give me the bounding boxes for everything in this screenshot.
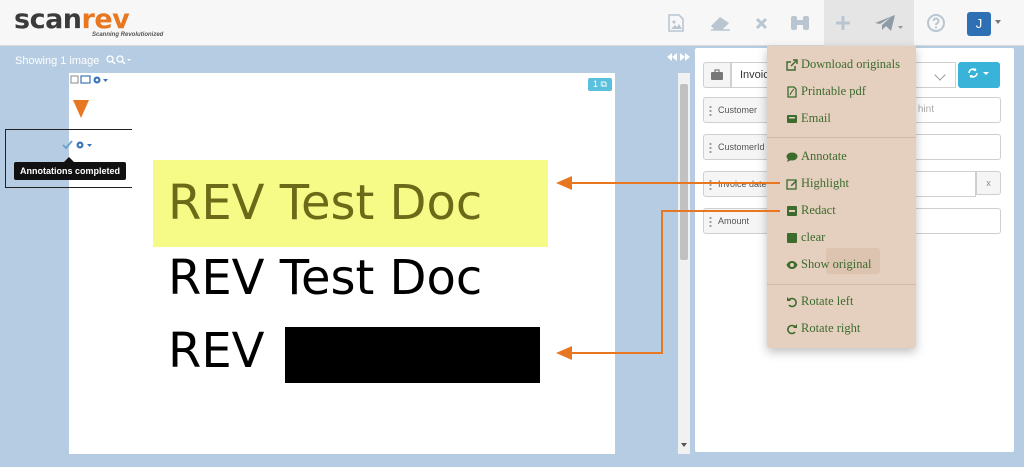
menu-item-printable-pdf[interactable]: Printable pdf — [786, 84, 866, 99]
image-icon[interactable] — [660, 0, 692, 46]
chevron-down-icon[interactable] — [995, 20, 1001, 24]
document-text-line-1: REV Test Doc — [168, 175, 483, 231]
menu-item-highlight[interactable]: Highlight — [786, 176, 849, 191]
page-nav-icon[interactable] — [666, 52, 690, 65]
logo[interactable]: scanrev Scanning Revolutionized — [14, 4, 163, 39]
pdf-icon — [786, 85, 798, 98]
drag-handle-icon[interactable] — [709, 105, 712, 116]
square-icon — [786, 232, 798, 244]
menu-item-rotate-right[interactable]: Rotate right — [786, 321, 860, 336]
menu-item-rotate-left[interactable]: Rotate left — [786, 294, 853, 309]
drag-handle-icon[interactable] — [709, 179, 712, 190]
tooltip: Annotations completed — [14, 162, 126, 180]
email-icon — [786, 113, 798, 125]
logo-main-text: scan — [14, 4, 82, 35]
redact-annotation[interactable] — [285, 327, 540, 383]
logo-tagline: Scanning Revolutionized — [92, 32, 164, 38]
clear-date-button[interactable]: x — [976, 171, 1001, 195]
eye-icon — [786, 259, 798, 271]
comment-icon — [786, 151, 798, 163]
user-avatar[interactable]: J — [967, 12, 991, 36]
document-text-line-3: REV — [168, 323, 265, 379]
image-count-label: Showing 1 image — [15, 55, 100, 67]
refresh-button[interactable] — [958, 62, 1000, 88]
rotate-left-icon — [786, 296, 798, 308]
menu-item-annotate[interactable]: Annotate — [786, 149, 847, 164]
page-tools[interactable] — [70, 75, 114, 88]
external-link-icon — [786, 58, 798, 71]
zoom-icon[interactable] — [106, 55, 132, 68]
down-arrow-icon — [73, 100, 89, 118]
briefcase-icon — [703, 62, 731, 88]
binoculars-icon[interactable] — [783, 0, 817, 46]
close-icon[interactable] — [748, 0, 774, 46]
menu-divider — [767, 284, 916, 285]
page-count-badge[interactable]: 1 ⧉ — [588, 78, 612, 91]
eraser-icon[interactable] — [703, 0, 737, 46]
rotate-right-icon — [786, 323, 798, 335]
minus-square-icon — [786, 205, 798, 217]
menu-divider — [767, 137, 916, 138]
menu-item-email[interactable]: Email — [786, 111, 831, 126]
menu-item-clear[interactable]: clear — [786, 230, 825, 245]
add-icon[interactable] — [824, 0, 862, 46]
scrollbar-thumb[interactable] — [680, 84, 688, 260]
send-icon[interactable] — [862, 0, 914, 46]
edit-icon — [786, 178, 798, 190]
top-navbar: scanrev Scanning Revolutionized J — [0, 0, 1024, 46]
drag-handle-icon[interactable] — [709, 216, 712, 227]
thumbnail-tools[interactable] — [62, 140, 98, 153]
menu-item-show-original[interactable]: Show original — [786, 257, 871, 272]
scroll-down-icon[interactable] — [681, 443, 687, 447]
logo-accent-text: rev — [81, 4, 130, 35]
help-icon[interactable] — [922, 0, 950, 46]
menu-item-download-originals[interactable]: Download originals — [786, 57, 900, 72]
document-text-line-2: REV Test Doc — [168, 250, 483, 306]
menu-item-redact[interactable]: Redact — [786, 203, 836, 218]
drag-handle-icon[interactable] — [709, 142, 712, 153]
